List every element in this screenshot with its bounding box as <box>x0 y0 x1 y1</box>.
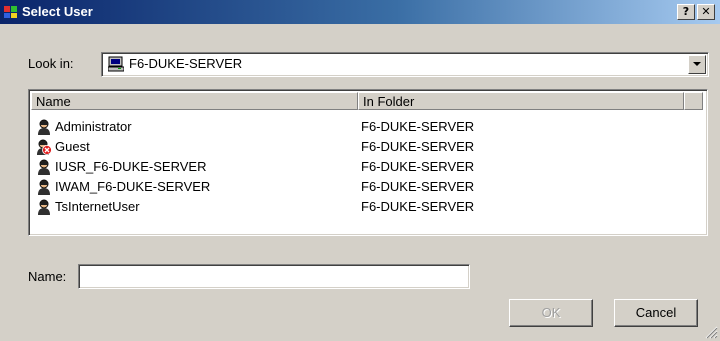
ok-button[interactable]: OK <box>509 299 593 327</box>
user-folder: F6-DUKE-SERVER <box>361 139 475 154</box>
user-icon <box>38 199 50 215</box>
name-input[interactable] <box>78 264 470 289</box>
user-folder: F6-DUKE-SERVER <box>361 159 475 174</box>
look-in-combobox[interactable]: F6-DUKE-SERVER <box>101 52 709 77</box>
user-name: Guest <box>55 139 90 154</box>
column-header-name[interactable]: Name <box>31 92 358 110</box>
list-item[interactable]: IWAM_F6-DUKE-SERVER F6-DUKE-SERVER <box>33 177 713 197</box>
user-folder: F6-DUKE-SERVER <box>361 119 475 134</box>
user-folder: F6-DUKE-SERVER <box>361 199 475 214</box>
close-button[interactable]: ✕ <box>697 4 715 20</box>
list-item[interactable]: Administrator F6-DUKE-SERVER <box>33 117 713 137</box>
user-name: Administrator <box>55 119 132 134</box>
look-in-value: F6-DUKE-SERVER <box>129 56 243 71</box>
look-in-label: Look in: <box>28 56 74 71</box>
disabled-user-icon <box>37 139 52 155</box>
list-item[interactable]: Guest F6-DUKE-SERVER <box>33 137 713 157</box>
user-icon <box>38 119 50 135</box>
cancel-button[interactable]: Cancel <box>614 299 698 327</box>
list-item[interactable]: IUSR_F6-DUKE-SERVER F6-DUKE-SERVER <box>33 157 713 177</box>
app-icon <box>4 6 17 18</box>
user-icon <box>38 159 50 175</box>
name-label: Name: <box>28 269 67 284</box>
user-name: TsInternetUser <box>55 199 140 214</box>
user-name: IUSR_F6-DUKE-SERVER <box>55 159 207 174</box>
help-button[interactable]: ? <box>677 4 695 20</box>
dropdown-arrow-button[interactable] <box>688 55 706 74</box>
title-bar[interactable]: Select User ? ✕ <box>0 0 720 24</box>
user-name: IWAM_F6-DUKE-SERVER <box>55 179 211 194</box>
list-item[interactable]: TsInternetUser F6-DUKE-SERVER <box>33 197 713 217</box>
column-header-in-folder[interactable]: In Folder <box>358 92 684 110</box>
window-title: Select User <box>22 4 93 19</box>
column-header-filler <box>684 92 703 110</box>
user-folder: F6-DUKE-SERVER <box>361 179 475 194</box>
user-icon <box>38 179 50 195</box>
user-list[interactable]: Name In Folder Administrator F6-DUKE-SER… <box>28 89 708 236</box>
computer-icon <box>108 56 124 72</box>
resize-grip-icon[interactable] <box>704 325 718 339</box>
